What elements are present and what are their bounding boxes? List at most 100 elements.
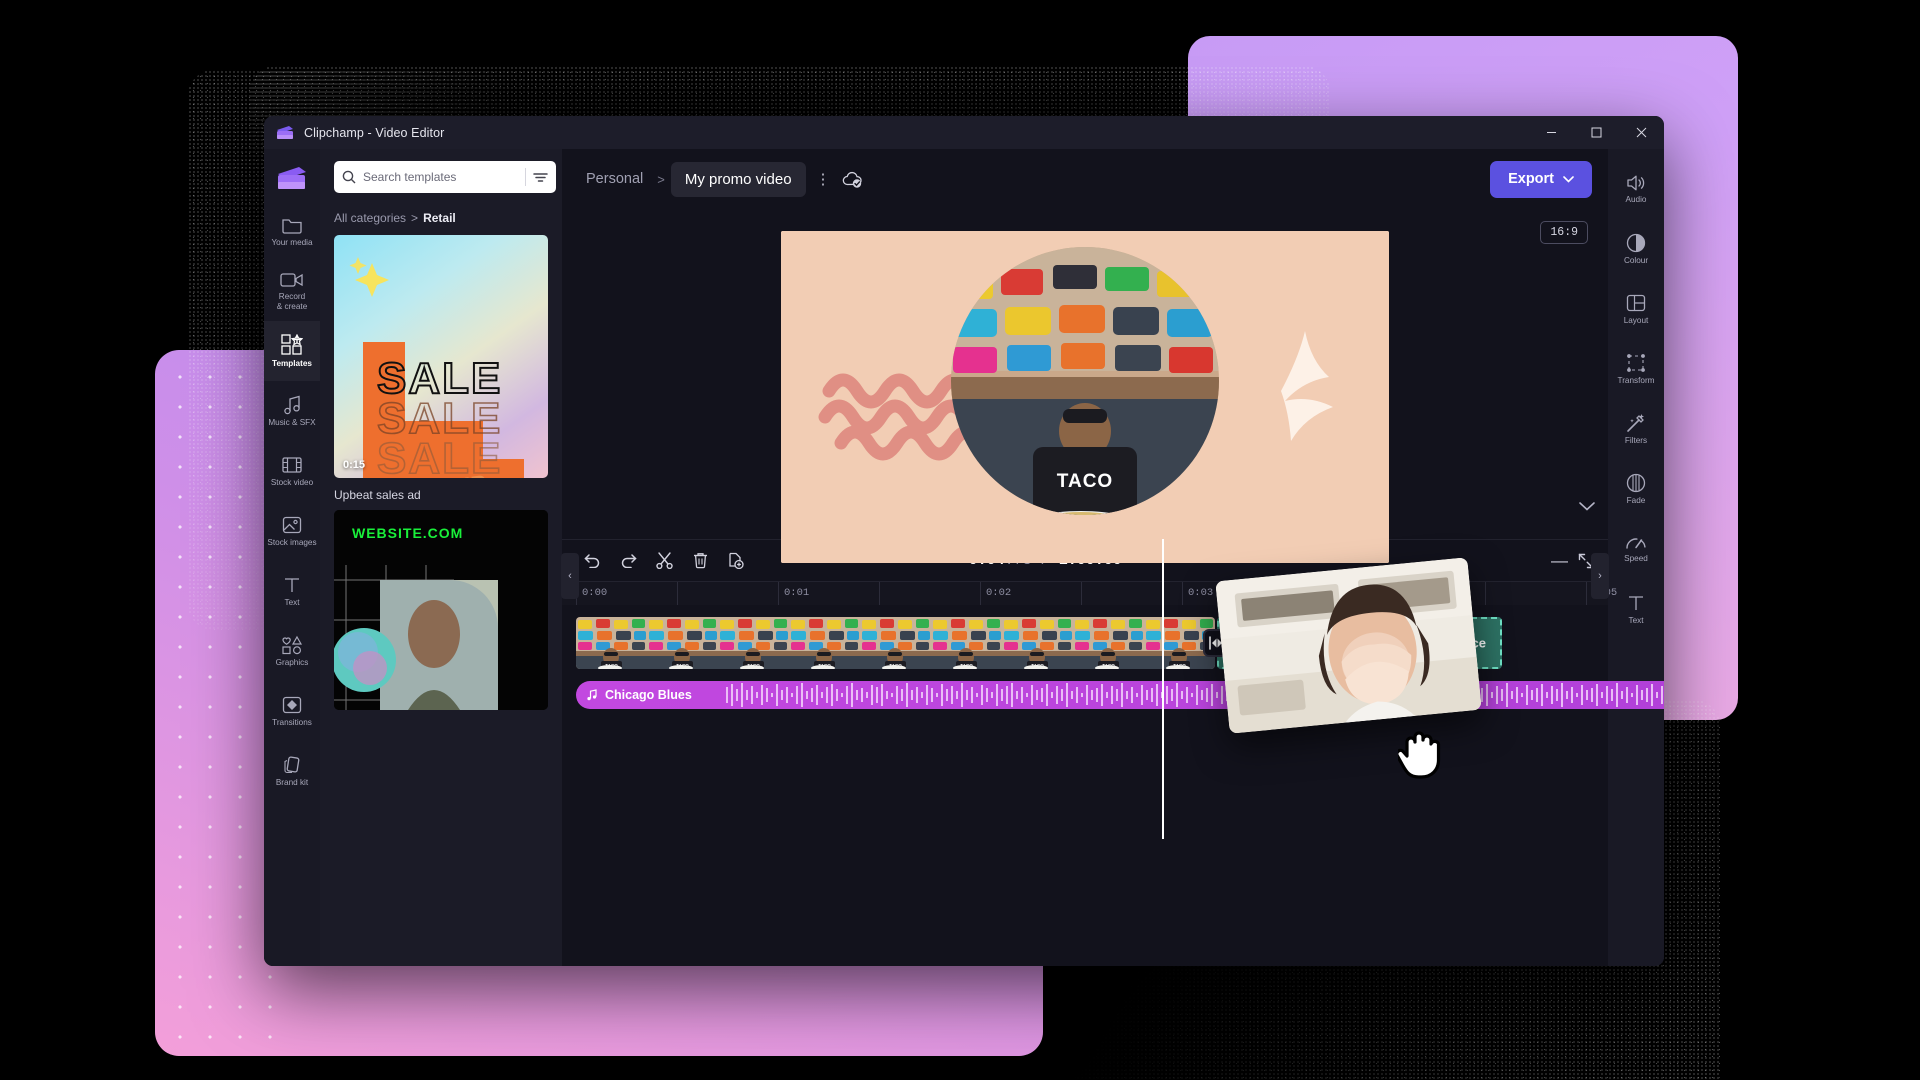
delete-button[interactable] [684,546,716,576]
shapes-icon [281,635,303,655]
search-input[interactable] [363,170,518,184]
right-item-label: Speed [1624,553,1648,563]
sidebar-item-label: Stock video [270,477,314,487]
sidebar-item-music-sfx[interactable]: Music & SFX [264,381,320,441]
video-track-clip[interactable]: TACO TACO TACO TACO TACO TACO TACO TACO … [576,617,1215,669]
svg-text:TACO: TACO [1057,471,1113,492]
audio-track-name: Chicago Blues [605,688,692,702]
ruler-label: 0:02 [986,587,1012,599]
ruler-label: 0:01 [784,587,810,599]
editor-center: Personal > My promo video ⋮ Export 16:9 … [561,149,1664,966]
right-properties-rail: Audio Colour Layout Transform Filters Fa… [1608,149,1664,966]
video-thumbnail-frame: TACO [860,617,931,669]
export-label: Export [1508,171,1554,187]
video-thumbnail-frame: TACO [647,617,718,669]
sidebar-item-record-create[interactable]: Record & create [264,261,320,321]
sidebar-item-stock-video[interactable]: Stock video [264,441,320,501]
clipchamp-logo-icon [276,125,294,140]
text-t-icon [1626,593,1646,613]
aspect-ratio-badge[interactable]: 16:9 [1540,221,1588,244]
window-title: Clipchamp - Video Editor [304,125,445,140]
project-title[interactable]: My promo video [670,161,806,197]
video-thumbnail-frame: TACO [576,617,647,669]
music-note-icon [282,395,302,415]
sidebar-item-graphics[interactable]: Graphics [264,621,320,681]
breadcrumb-current: Retail [423,211,456,225]
speedometer-icon [1625,535,1647,551]
folder-icon [281,215,303,235]
fade-circle-icon [1626,473,1646,493]
search-divider [525,168,526,186]
more-options-icon[interactable]: ⋮ [806,170,842,188]
video-camera-icon [280,271,304,289]
close-button[interactable] [1619,116,1664,149]
svg-text:WEBSITE.COM: WEBSITE.COM [352,525,463,541]
timeline-collapse-chevron[interactable] [1578,501,1596,512]
right-item-layout[interactable]: Layout [1608,279,1664,339]
sidebar-item-label: Text [284,597,300,607]
sidebar-item-stock-images[interactable]: Stock images [264,501,320,561]
templates-breadcrumb: All categories > Retail [334,211,548,225]
search-box[interactable] [334,161,556,193]
minimize-button[interactable] [1529,116,1574,149]
redo-button[interactable] [612,546,644,576]
sidebar-item-label: Music & SFX [268,417,316,427]
sidebar-item-label: Transitions [272,717,312,727]
right-item-filters[interactable]: Filters [1608,399,1664,459]
collapse-left-panel-button[interactable]: ‹ [561,553,579,599]
right-item-speed[interactable]: Speed [1608,519,1664,579]
right-item-label: Filters [1624,435,1648,445]
dragged-media-card[interactable] [1215,557,1482,734]
duplicate-button[interactable] [720,546,752,576]
breadcrumb-personal[interactable]: Personal [578,165,651,193]
split-button[interactable] [648,546,680,576]
maximize-button[interactable] [1574,116,1619,149]
right-item-colour[interactable]: Colour [1608,219,1664,279]
zoom-out-button[interactable]: — [1551,552,1568,569]
clipchamp-clapperboard-icon [264,155,320,201]
filter-icon[interactable] [533,171,548,184]
film-strip-icon [282,455,302,475]
templates-grid-icon [281,333,303,356]
sidebar-item-your-media[interactable]: Your media [264,201,320,261]
video-preview[interactable]: TACO [781,231,1389,563]
video-thumbnail-frame: TACO [931,617,1002,669]
right-item-transform[interactable]: Transform [1608,339,1664,399]
right-item-fade[interactable]: Fade [1608,459,1664,519]
audio-track-clip[interactable]: Chicago Blues [576,681,1664,709]
window-titlebar: Clipchamp - Video Editor [264,116,1664,149]
export-button[interactable]: Export [1490,160,1592,198]
sidebar-item-label: Templates [272,358,312,368]
video-thumbnail-frame: TACO [1073,617,1144,669]
sidebar-item-templates[interactable]: Templates [264,321,320,381]
right-item-label: Colour [1623,255,1649,265]
grab-hand-cursor-icon [1398,728,1444,780]
template-name: Upbeat sales ad [334,488,421,502]
sidebar-item-text[interactable]: Text [264,561,320,621]
template-card-upbeat-sales-ad[interactable]: SALE SALE SALE SWIPE UP SWIPE UP SWIPE U… [334,235,548,478]
right-item-label: Audio [1625,194,1647,204]
sidebar-item-brand-kit[interactable]: Brand kit [264,741,320,801]
sidebar-item-transitions[interactable]: Transitions [264,681,320,741]
video-thumbnail-frame: TACO [1002,617,1073,669]
video-thumbnail-frame: TACO [789,617,860,669]
undo-button[interactable] [576,546,608,576]
layout-panels-icon [1626,293,1646,313]
template-card-second[interactable]: WEBSITE.COM [334,510,548,710]
breadcrumb-all-categories[interactable]: All categories [334,211,406,225]
sidebar-item-label: Graphics [275,657,309,667]
ruler-label: 0:00 [582,587,608,599]
sidebar-item-label: Your media [271,237,313,247]
collapse-right-panel-button[interactable]: › [1591,553,1609,599]
right-item-audio[interactable]: Audio [1608,159,1664,219]
transitions-icon [282,695,302,715]
preview-stage: 16:9 TACO [562,209,1608,601]
search-icon [342,170,356,184]
chevron-down-icon [1563,175,1574,183]
playhead[interactable] [1162,539,1164,839]
left-navigation-rail: Your media Record & create Templates Mus… [264,149,320,966]
speaker-icon [1626,174,1647,192]
right-item-label: Transform [1617,375,1655,385]
project-breadcrumb: Personal > My promo video [578,161,806,197]
right-item-label: Layout [1623,315,1649,325]
